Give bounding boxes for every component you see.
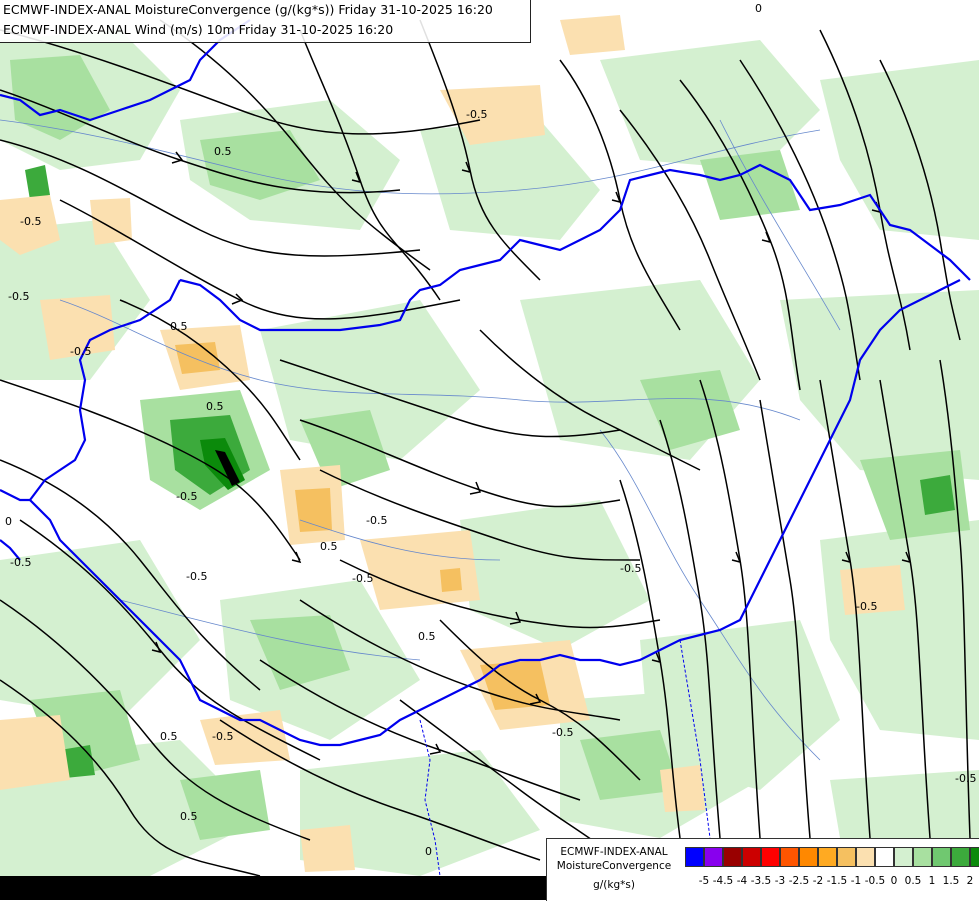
legend-tick: -3 (774, 875, 786, 887)
contour-label: -0.5 (466, 108, 487, 121)
contour-label: 0.5 (180, 810, 198, 823)
legend-tick: -4.5 (712, 875, 734, 887)
legend-tick: 1.5 (942, 875, 960, 887)
legend-swatch (932, 847, 951, 867)
contour-label: -0.5 (955, 772, 976, 785)
color-legend: ECMWF-INDEX-ANAL MoistureConvergence g/(… (546, 838, 979, 901)
legend-swatch (951, 847, 970, 867)
contour-label: -0.5 (70, 345, 91, 358)
contour-label: 0 (425, 845, 432, 858)
legend-tick: -2.5 (788, 875, 810, 887)
legend-tick: -4 (736, 875, 748, 887)
legend-swatch (913, 847, 932, 867)
legend-title-line1: ECMWF-INDEX-ANAL (560, 846, 668, 858)
contour-label: -0.5 (856, 600, 877, 613)
legend-swatch (685, 847, 704, 867)
contour-label: 0.5 (170, 320, 188, 333)
header-line-wind: ECMWF-INDEX-ANAL Wind (m/s) 10m Friday 3… (3, 22, 394, 37)
contour-label: -0.5 (552, 726, 573, 739)
legend-tick: 1 (928, 875, 936, 887)
contour-label: -0.5 (352, 572, 373, 585)
map-header: ECMWF-INDEX-ANAL MoistureConvergence (g/… (0, 0, 531, 43)
contour-label: 0.5 (160, 730, 178, 743)
legend-title: ECMWF-INDEX-ANAL MoistureConvergence (547, 845, 681, 873)
contour-label: -0.5 (10, 556, 31, 569)
contour-label: 0.5 (418, 630, 436, 643)
legend-swatch (970, 847, 979, 867)
legend-tick: -2 (812, 875, 824, 887)
contour-label: -0.5 (8, 290, 29, 303)
legend-swatch (799, 847, 818, 867)
legend-units: g/(kg*s) (593, 879, 635, 891)
contour-label: -0.5 (186, 570, 207, 583)
legend-swatch (742, 847, 761, 867)
legend-tick: -1 (850, 875, 862, 887)
legend-tick: 0 (890, 875, 898, 887)
header-line-moisture: ECMWF-INDEX-ANAL MoistureConvergence (g/… (3, 2, 493, 17)
contour-label: 0 (755, 2, 762, 15)
legend-swatch (723, 847, 742, 867)
legend-swatch (761, 847, 780, 867)
legend-swatch (704, 847, 723, 867)
contour-label: -0.5 (176, 490, 197, 503)
legend-tick: -1.5 (826, 875, 848, 887)
contour-label: -0.5 (620, 562, 641, 575)
legend-tick: -3.5 (750, 875, 772, 887)
contour-label: -0.5 (212, 730, 233, 743)
contour-label: 0 (5, 515, 12, 528)
legend-title-line2: MoistureConvergence (556, 860, 672, 872)
contour-label: 0.5 (214, 145, 232, 158)
legend-swatch (818, 847, 837, 867)
legend-ticks: -5 -4.5 -4 -3.5 -3 -2.5 -2 -1.5 -1 -0.5 0 0.5 1 1.5 2 (685, 875, 975, 889)
legend-tick: 0.5 (904, 875, 922, 887)
legend-tick: -0.5 (864, 875, 886, 887)
contour-label: -0.5 (20, 215, 41, 228)
bottom-strip (0, 876, 546, 900)
legend-swatch (856, 847, 875, 867)
contour-label: -0.5 (366, 514, 387, 527)
contour-label: 0.5 (206, 400, 224, 413)
legend-swatch (837, 847, 856, 867)
legend-swatch (875, 847, 894, 867)
legend-tick: 2 (966, 875, 974, 887)
legend-tick: -5 (698, 875, 710, 887)
legend-colorbar (685, 847, 979, 867)
legend-swatch (780, 847, 799, 867)
contour-label: 0.5 (320, 540, 338, 553)
weather-map: -0.5 -0.5 -0.5 -0.5 -0.5 -0.5 -0.5 -0.5 … (0, 0, 979, 900)
legend-swatch (894, 847, 913, 867)
